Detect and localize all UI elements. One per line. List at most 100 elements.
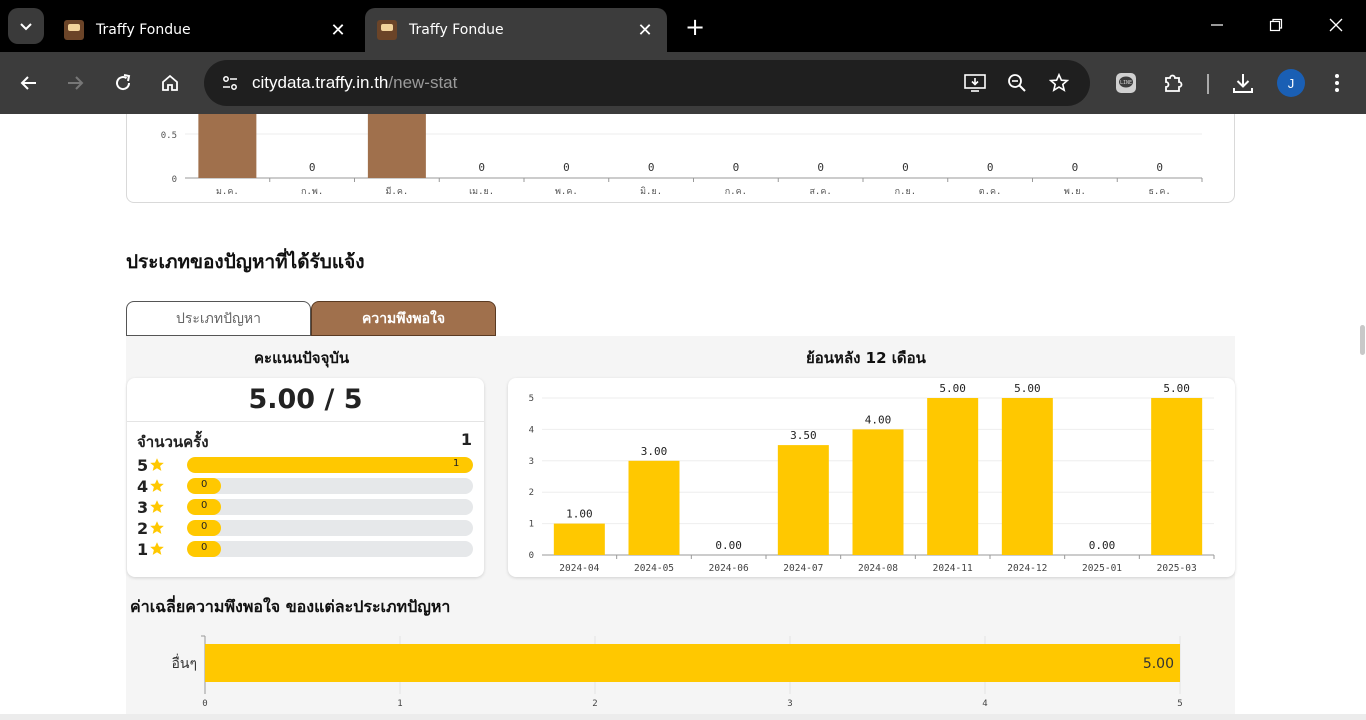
new-tab-button[interactable]: + [680, 12, 710, 42]
y-tick-label: 0 [172, 175, 177, 185]
x-tick-label: มิ.ย. [640, 186, 662, 197]
bar-value-label: 3.00 [641, 445, 668, 458]
star-icon [150, 500, 164, 513]
browser-tab-2[interactable]: Traffy Fondue ✕ [365, 8, 667, 52]
star-level-label: 3 [137, 498, 149, 517]
close-icon[interactable]: ✕ [326, 18, 350, 42]
star-row-4: 40 [137, 477, 477, 496]
x-tick-label: 2024-08 [858, 563, 898, 574]
x-tick-label: ธ.ค. [1148, 187, 1170, 197]
reload-button[interactable] [106, 66, 140, 100]
x-tick-label: เม.ย. [469, 187, 494, 197]
line-extension-icon[interactable]: LINE [1109, 66, 1143, 100]
star-row-3: 30 [137, 498, 477, 517]
x-tick-label: 1 [397, 699, 402, 709]
avg-title: ค่าเฉลี่ยความพึงพอใจ ของแต่ละประเภทปัญหา [130, 597, 451, 616]
close-window-button[interactable] [1321, 10, 1351, 40]
tab-satisfaction[interactable]: ความพึงพอใจ [311, 301, 496, 336]
trend-bar [927, 398, 979, 555]
bar-value-label: 0 [733, 161, 740, 174]
home-button[interactable] [153, 66, 187, 100]
horizontal-scrollbar[interactable] [0, 714, 1366, 720]
x-tick-label: ม.ค. [216, 187, 239, 197]
url-text[interactable]: citydata.traffy.in.th/new-stat [252, 73, 457, 93]
bar-value-label: 0 [648, 161, 655, 174]
rating-count: 0 [201, 542, 208, 553]
star-icon [150, 542, 164, 555]
rating-count: 0 [201, 521, 208, 532]
bar-value-label: 0 [1156, 161, 1163, 174]
score-value: 5.00 / 5 [248, 383, 363, 415]
bar-value-label: 5.00 [1163, 382, 1190, 395]
x-tick-label: 3 [787, 699, 792, 709]
star-row-5: 51 [137, 456, 477, 475]
bar-value-label: 0 [987, 161, 994, 174]
month-bar [367, 114, 426, 178]
minimize-button[interactable] [1202, 10, 1232, 40]
back-button[interactable] [12, 66, 46, 100]
downloads-icon[interactable] [1226, 66, 1260, 100]
rating-count: 0 [201, 500, 208, 511]
star-level-label: 2 [137, 519, 149, 538]
y-tick-label: 1 [529, 520, 534, 530]
x-tick-label: 2024-07 [783, 563, 823, 574]
menu-kebab-icon[interactable] [1320, 66, 1354, 100]
star-row-1: 10 [137, 540, 477, 559]
forward-button[interactable] [58, 66, 92, 100]
x-tick-label: มี.ค. [385, 186, 408, 197]
bar-value-label: 0 [902, 161, 909, 174]
browser-tab-1[interactable]: Traffy Fondue ✕ [52, 8, 360, 52]
close-icon [1329, 18, 1343, 32]
traffy-favicon-icon [64, 20, 84, 40]
url-host: citydata.traffy.in.th [252, 73, 389, 92]
address-bar[interactable]: citydata.traffy.in.th/new-stat [204, 60, 1090, 106]
tab-problem-type[interactable]: ประเภทปัญหา [126, 301, 311, 336]
y-tick-label: 0 [529, 551, 534, 561]
browser-tab-bar: Traffy Fondue ✕ Traffy Fondue ✕ + [0, 0, 1366, 52]
star-icon [150, 521, 164, 534]
rating-bar-track: 0 [187, 520, 473, 536]
bar-value-label: 5.00 [939, 382, 966, 395]
divider [127, 421, 484, 422]
bar-value-label: 0.00 [715, 539, 742, 552]
bar-value-label: 0 [1072, 161, 1079, 174]
x-tick-label: พ.ย. [1064, 187, 1086, 197]
bar-value-label: 4.00 [865, 413, 892, 426]
x-tick-label: 0 [202, 699, 207, 709]
x-tick-label: ก.ย. [895, 187, 917, 197]
section-title: ประเภทของปัญหาที่ได้รับแจ้ง [126, 251, 365, 273]
trend-bar [777, 445, 829, 555]
rating-count: 1 [453, 458, 460, 469]
bar-value-label: 0 [309, 161, 316, 174]
rating-bar-track: 1 [187, 457, 473, 473]
star-icon [150, 458, 164, 471]
zoom-icon[interactable] [1003, 69, 1031, 97]
x-tick-label: 2025-03 [1157, 563, 1197, 574]
url-path: /new-stat [388, 73, 458, 92]
bar-value-label: 1.00 [566, 508, 593, 521]
close-icon[interactable]: ✕ [633, 18, 657, 42]
tab-search-button[interactable] [8, 8, 44, 44]
install-app-icon[interactable] [961, 69, 989, 97]
chevron-down-icon [20, 23, 32, 31]
arrow-left-icon [20, 76, 36, 90]
bar-value-label: 5.00 [1143, 656, 1174, 672]
y-tick-label: 0.5 [161, 131, 177, 141]
vertical-scrollbar-thumb[interactable] [1360, 325, 1365, 355]
extensions-puzzle-icon[interactable] [1156, 66, 1190, 100]
bar-value-label: 5.00 [1014, 382, 1040, 395]
site-settings-icon[interactable] [216, 69, 244, 97]
count-value: 1 [460, 430, 472, 449]
star-level-label: 4 [137, 477, 149, 496]
bar-value-label: 0 [817, 161, 824, 174]
trend-chart-card: 0 1 2 3 4 5 1.00 2024-04 3.00 2024-05 0.00 2024-06 3… [508, 378, 1235, 577]
avg-bar [205, 644, 1180, 682]
restore-button[interactable] [1261, 10, 1291, 40]
y-tick-label: 3 [529, 457, 534, 467]
profile-avatar[interactable]: J [1277, 69, 1305, 97]
home-icon [162, 74, 178, 91]
trend-bar [1151, 398, 1203, 555]
restore-icon [1269, 18, 1283, 32]
bookmark-star-icon[interactable] [1045, 69, 1073, 97]
x-tick-label: 2024-12 [1007, 563, 1047, 574]
